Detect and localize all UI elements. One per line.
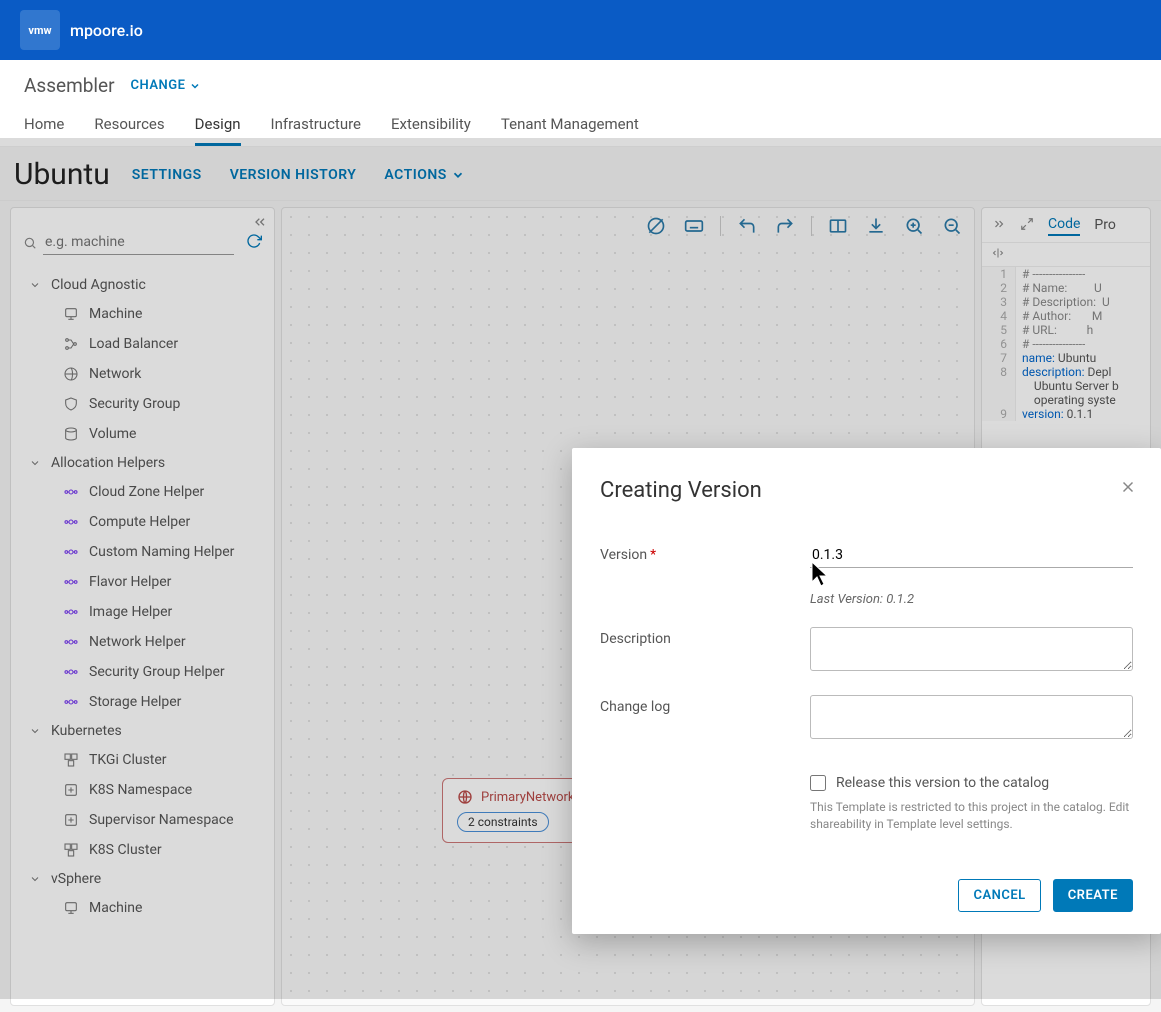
close-modal-button[interactable]: [1119, 478, 1137, 500]
vmware-logo: vmw: [20, 10, 60, 50]
tenant-brand: mpoore.io: [70, 21, 143, 40]
required-indicator: *: [650, 547, 656, 563]
release-note: This Template is restricted to this proj…: [810, 799, 1133, 833]
modal-title: Creating Version: [600, 478, 1133, 503]
create-button[interactable]: CREATE: [1053, 879, 1133, 912]
subheader: Assembler CHANGE Home Resources Design I…: [0, 60, 1161, 147]
changelog-textarea[interactable]: [810, 695, 1133, 739]
change-service-link[interactable]: CHANGE: [131, 78, 202, 93]
version-label: Version: [600, 547, 647, 563]
release-checkbox[interactable]: [810, 775, 826, 791]
description-textarea[interactable]: [810, 627, 1133, 671]
app-title: Assembler: [24, 74, 115, 97]
cancel-button[interactable]: CANCEL: [958, 879, 1040, 912]
change-label: CHANGE: [131, 78, 186, 93]
release-checkbox-row[interactable]: Release this version to the catalog: [810, 775, 1133, 791]
last-version-hint: Last Version: 0.1.2: [810, 592, 1133, 607]
chevron-down-icon: [189, 80, 201, 92]
creating-version-modal: Creating Version Version* Last Version: …: [572, 448, 1161, 934]
changelog-label: Change log: [600, 695, 810, 715]
release-checkbox-label: Release this version to the catalog: [836, 775, 1049, 791]
description-label: Description: [600, 627, 810, 647]
version-input[interactable]: [810, 543, 1133, 568]
global-header: vmw mpoore.io: [0, 0, 1161, 60]
